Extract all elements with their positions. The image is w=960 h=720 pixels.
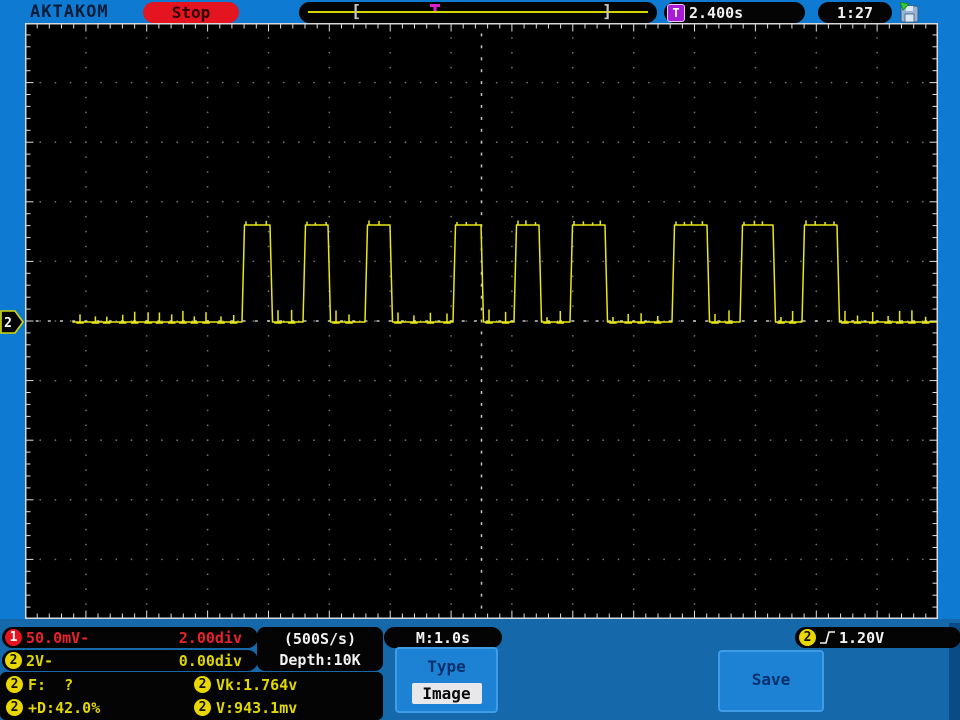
channel-2-chip-icon: 2 <box>194 699 211 716</box>
channel-2-chip-icon: 2 <box>194 676 211 693</box>
trigger-time-value: 2.400s <box>689 3 744 22</box>
channel-2-chip-icon: 2 <box>6 699 23 716</box>
memory-depth: Depth:10K <box>279 651 361 669</box>
sample-rate: (500S/s) <box>283 630 357 648</box>
channel-1-chip-icon: 1 <box>5 629 22 646</box>
ch2-offset: 0.00div <box>178 651 242 670</box>
save-button[interactable]: Save <box>718 650 824 712</box>
measure-text: +D:42.0% <box>28 698 101 717</box>
ch1-offset: 2.00div <box>178 628 242 647</box>
ch2-settings-badge: 2 2V- 0.00div <box>2 650 258 671</box>
measure-voltage: 2 V:943.1mv <box>188 699 383 717</box>
ch1-scale: 50.0mV- <box>26 628 90 647</box>
ch1-settings-badge: 1 50.0mV- 2.00div <box>2 627 258 648</box>
waveform-display <box>25 23 938 619</box>
ch2-waveform-trace <box>72 220 937 324</box>
status-panel: 1 50.0mV- 2.00div 2 2V- 0.00div (500S/s)… <box>0 619 960 720</box>
trigger-position-bar: [ ] <box>299 2 657 23</box>
channel-2-chip-icon: 2 <box>799 629 816 646</box>
brand-label: AKTAKOM <box>30 2 109 22</box>
ch2-scale: 2V- <box>26 651 54 670</box>
measure-vk: 2 Vk:1.764v <box>188 676 383 694</box>
storage-disk-icon <box>899 2 919 23</box>
rising-edge-icon <box>820 631 835 644</box>
type-menu-button[interactable]: Type Image <box>395 647 498 713</box>
timebase-value: M:1.0s <box>415 628 471 647</box>
type-menu-label: Type <box>427 657 466 676</box>
channel-2-chip-icon: 2 <box>5 652 22 669</box>
channel-2-chip-icon: 2 <box>6 676 23 693</box>
measure-text: V:943.1mv <box>216 698 298 717</box>
acquisition-badge: (500S/s) Depth:10K <box>257 627 383 671</box>
trigger-level-badge: 2 1.20V <box>795 627 960 648</box>
timebase-badge: M:1.0s <box>384 627 502 648</box>
ch2-marker-label: 2 <box>4 316 12 331</box>
ch2-position-marker: 2 <box>0 310 24 334</box>
trigger-position-marker-icon <box>430 4 440 11</box>
run-state-badge: Stop <box>143 2 239 23</box>
trigger-time-badge: T 2.400s <box>664 2 805 23</box>
measure-text: F: ? <box>28 675 74 694</box>
measure-frequency: 2 F: ? <box>0 676 188 694</box>
oscilloscope-screen: { "header": { "brand": "AKTAKOM", "run_s… <box>0 0 960 720</box>
save-button-label: Save <box>751 670 791 689</box>
trigger-t-icon: T <box>667 3 685 22</box>
measurements-box: 2 F: ? 2 Vk:1.764v 2 +D:42.0% 2 V:943.1m… <box>0 672 383 720</box>
type-menu-value[interactable]: Image <box>411 683 482 704</box>
trigger-level-value: 1.20V <box>839 628 885 647</box>
measure-duty: 2 +D:42.0% <box>0 699 188 717</box>
measure-text: Vk:1.764v <box>216 675 298 694</box>
clock-badge: 1:27 <box>818 2 892 23</box>
clock-value: 1:27 <box>836 3 874 22</box>
run-state-label: Stop <box>171 3 211 22</box>
window-right-bracket: ] <box>602 2 613 22</box>
window-left-bracket: [ <box>351 2 362 22</box>
